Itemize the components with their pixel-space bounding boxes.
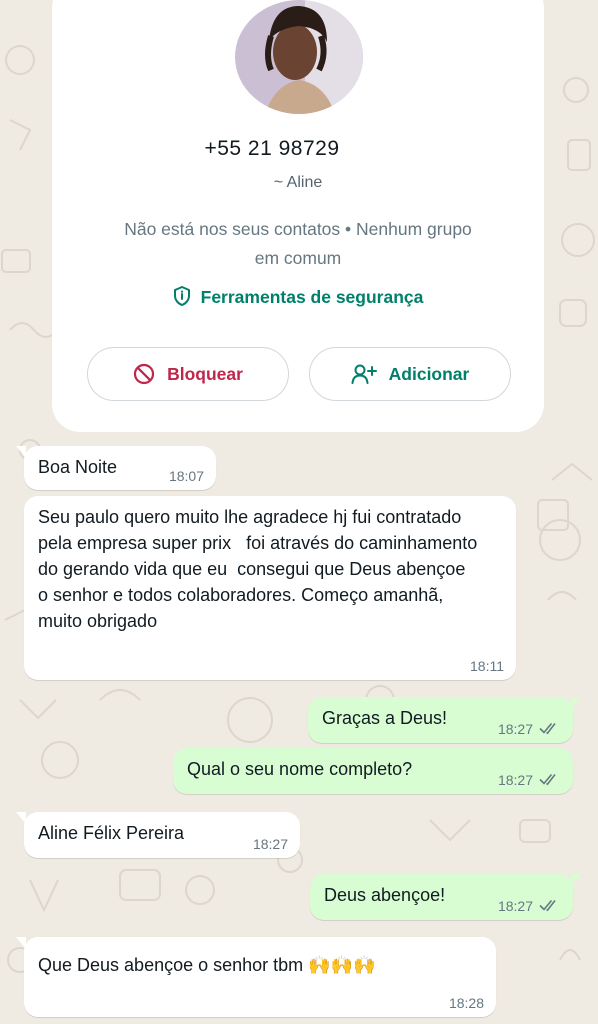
incoming-message[interactable]: Seu paulo quero muito lhe agradece hj fu…: [24, 496, 516, 680]
block-button[interactable]: Bloquear: [87, 347, 289, 401]
message-time: 18:27: [497, 772, 533, 788]
message-text: Graças a Deus!: [322, 708, 448, 728]
incoming-message[interactable]: Aline Félix Pereira 18:27: [16, 812, 300, 858]
message-time: 18:28: [448, 995, 484, 1011]
bubble-tail: [16, 812, 26, 824]
message-text: Aline Félix Pereira: [38, 823, 185, 843]
message-text: Seu paulo quero muito lhe agradece hj fu…: [38, 507, 483, 631]
bubble-tail: [16, 937, 26, 949]
add-person-icon: [351, 364, 377, 384]
block-icon: [133, 363, 155, 385]
shield-icon: [173, 286, 190, 306]
outgoing-message[interactable]: Graças a Deus! 18:27: [308, 697, 581, 743]
outgoing-message[interactable]: Deus abençoe! 18:27: [310, 874, 581, 920]
bubble-tail: [16, 446, 26, 458]
safety-tools-link[interactable]: Ferramentas de segurança: [52, 286, 544, 308]
message-text: Boa Noite: [38, 457, 118, 477]
message-text: Qual o seu nome completo?: [187, 759, 413, 779]
read-ticks-icon: [539, 773, 556, 786]
contact-avatar[interactable]: [235, 0, 363, 114]
incoming-message[interactable]: Boa Noite 18:07: [16, 446, 216, 490]
message-time: 18:27: [497, 721, 533, 737]
add-contact-button[interactable]: Adicionar: [309, 347, 511, 401]
outgoing-message[interactable]: Qual o seu nome completo? 18:27: [173, 748, 573, 794]
message-time: 18:27: [497, 898, 533, 914]
message-text: Deus abençoe!: [324, 885, 446, 905]
bubble-tail: [571, 874, 581, 886]
message-time: 18:27: [252, 836, 288, 852]
contact-phone-number: +55 21 98729: [204, 137, 340, 160]
safety-tools-label: Ferramentas de segurança: [200, 287, 424, 307]
message-text: Que Deus abençoe o senhor tbm 🙌🙌🙌: [38, 955, 376, 975]
contact-info-card: +55 21 98729 ~ Aline Não está nos seus c…: [52, 0, 544, 432]
block-button-label: Bloquear: [167, 363, 243, 384]
read-ticks-icon: [539, 722, 556, 735]
message-time: 18:07: [168, 468, 204, 484]
read-ticks-icon: [539, 899, 556, 912]
add-contact-label: Adicionar: [388, 363, 470, 384]
message-time: 18:11: [470, 658, 504, 674]
bubble-tail: [571, 697, 581, 709]
contact-status-line: Não está nos seus contatos • Nenhum grup…: [124, 219, 472, 268]
incoming-message[interactable]: Que Deus abençoe o senhor tbm 🙌🙌🙌 18:28: [16, 937, 496, 1017]
contact-push-name: ~ Aline: [273, 174, 323, 191]
